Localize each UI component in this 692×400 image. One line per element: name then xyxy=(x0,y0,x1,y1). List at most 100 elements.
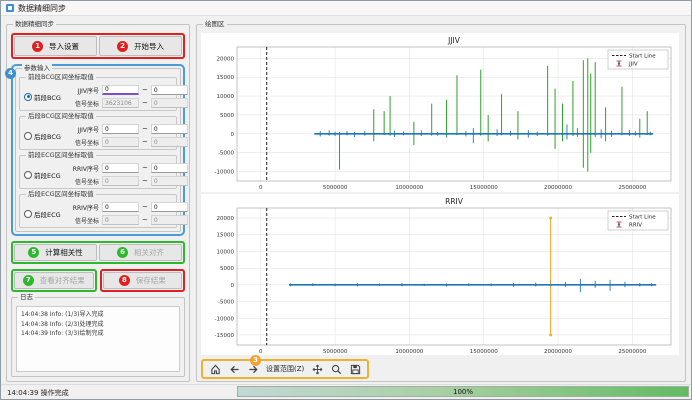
progress-label: 100% xyxy=(453,388,473,396)
svg-text:5000: 5000 xyxy=(220,266,234,272)
plot-panel: 绘图区 -10000-50000500010000150002000005000… xyxy=(196,24,686,382)
front-ecg-radio[interactable]: 前段ECG xyxy=(22,170,66,180)
svg-text:10000000: 10000000 xyxy=(395,349,423,355)
import-settings-button[interactable]: 1 导入设置 xyxy=(14,36,97,56)
svg-text:20000000: 20000000 xyxy=(544,185,572,191)
view-result-frame: 7 查看对齐结果 xyxy=(11,269,97,292)
correlation-align-label: 相关对齐 xyxy=(134,247,164,258)
pan-icon[interactable] xyxy=(311,363,323,375)
sync-panel: 数据精细同步 1 导入设置 2 开始导入 4 参数输入 前段BCG区间坐标取值 xyxy=(6,24,190,382)
rear-bcg-signal-to-input[interactable] xyxy=(151,137,188,147)
svg-text:5000: 5000 xyxy=(220,113,234,119)
svg-text:25000000: 25000000 xyxy=(618,349,646,355)
rear-ecg-signal-from-input[interactable] xyxy=(102,215,139,225)
log-output[interactable]: 14:04:38 Info: (1/3)导入完成 14:04:38 Info: … xyxy=(16,306,180,372)
save-figure-icon[interactable] xyxy=(349,363,361,375)
main-content: 数据精细同步 1 导入设置 2 开始导入 4 参数输入 前段BCG区间坐标取值 xyxy=(1,16,691,382)
rear-ecg-signal-to-input[interactable] xyxy=(151,215,188,225)
front-ecg-signal-to-input[interactable] xyxy=(151,176,188,186)
svg-text:Start Line: Start Line xyxy=(629,214,656,220)
tilde: ~ xyxy=(142,177,148,185)
tilde: ~ xyxy=(142,86,148,94)
rear-ecg-rriv-to-input[interactable] xyxy=(151,202,188,212)
svg-text:0: 0 xyxy=(259,185,263,191)
svg-text:RRIV: RRIV xyxy=(445,197,464,206)
view-align-result-button[interactable]: 7 查看对齐结果 xyxy=(14,272,94,289)
window-title: 数据精细同步 xyxy=(18,3,66,14)
front-ecg-signal-from-input[interactable] xyxy=(102,176,139,186)
svg-text:15000000: 15000000 xyxy=(470,185,498,191)
section-front-bcg-title: 前段BCG区间坐标取值 xyxy=(26,73,96,82)
result-buttons-row: 7 查看对齐结果 8 保存结果 xyxy=(11,269,185,292)
section-rear-ecg: 后段ECG区间坐标取值 后段ECG RRIV序号 ~ xyxy=(19,194,177,228)
rear-ecg-rriv-from-input[interactable] xyxy=(102,202,139,212)
correlation-frame: 5 计算相关性 6 相关对齐 xyxy=(11,241,185,264)
rear-bcg-jjiv-from-input[interactable] xyxy=(102,124,139,134)
tilde: ~ xyxy=(142,203,148,211)
front-bcg-radio[interactable]: 前段BCG xyxy=(22,92,66,102)
svg-text:25000000: 25000000 xyxy=(618,185,646,191)
import-frame: 1 导入设置 2 开始导入 xyxy=(11,33,185,59)
svg-text:JJIV: JJIV xyxy=(447,36,461,45)
section-rear-bcg-title: 后段BCG区间坐标取值 xyxy=(26,112,96,121)
tilde: ~ xyxy=(142,99,148,107)
front-bcg-jjiv-to-input[interactable] xyxy=(151,85,188,95)
rear-ecg-radio[interactable]: 后段ECG xyxy=(22,209,66,219)
calc-correlation-label: 计算相关性 xyxy=(45,247,83,258)
signal-coord-label: 信号坐标 xyxy=(69,99,99,108)
set-range-button[interactable]: 设置范围(Z) xyxy=(266,364,304,374)
svg-text:RRIV: RRIV xyxy=(629,222,642,228)
step-badge-4: 4 xyxy=(5,68,16,79)
front-bcg-signal-from-input[interactable] xyxy=(102,98,139,108)
rriv-chart[interactable]: -15000-10000-500005000100001500020000050… xyxy=(201,194,679,355)
svg-text:0: 0 xyxy=(259,349,263,355)
correlation-align-button[interactable]: 6 相关对齐 xyxy=(99,244,182,261)
save-result-button[interactable]: 8 保存结果 xyxy=(103,272,183,289)
svg-text:5000000: 5000000 xyxy=(323,185,348,191)
front-ecg-rriv-to-input[interactable] xyxy=(151,163,188,173)
status-bar: 14:04:39 操作完成 100% xyxy=(1,384,691,399)
rear-bcg-signal-from-input[interactable] xyxy=(102,137,139,147)
home-icon[interactable] xyxy=(209,363,221,375)
section-front-ecg: 前段ECG区间坐标取值 前段ECG RRIV序号 ~ xyxy=(19,155,177,189)
front-bcg-jjiv-from-input[interactable] xyxy=(102,85,139,95)
svg-text:15000000: 15000000 xyxy=(470,349,498,355)
front-ecg-rriv-from-input[interactable] xyxy=(102,163,139,173)
tilde: ~ xyxy=(142,138,148,146)
status-text: 14:04:39 操作完成 xyxy=(7,388,69,398)
front-ecg-radio-label: 前段ECG xyxy=(34,170,61,180)
section-rear-ecg-title: 后段ECG区间坐标取值 xyxy=(26,190,96,199)
app-icon xyxy=(6,4,14,12)
svg-text:-5000: -5000 xyxy=(218,299,234,305)
signal-coord-row: 信号坐标 ~ xyxy=(69,215,188,225)
rear-bcg-radio[interactable]: 后段BCG xyxy=(22,131,66,141)
params-group-title: 参数输入 xyxy=(22,64,52,73)
start-import-label: 开始导入 xyxy=(134,41,164,52)
signal-coord-row: 信号坐标 ~ xyxy=(69,176,188,186)
tilde: ~ xyxy=(142,216,148,224)
rriv-index-label: RRIV序号 xyxy=(69,203,99,212)
section-rear-bcg: 后段BCG区间坐标取值 后段BCG JJIV序号 ~ xyxy=(19,116,177,150)
rear-bcg-jjiv-to-input[interactable] xyxy=(151,124,188,134)
step-badge-8: 8 xyxy=(119,275,130,286)
svg-text:15000: 15000 xyxy=(217,232,235,238)
step-badge-6: 6 xyxy=(117,247,128,258)
radio-icon xyxy=(24,132,32,140)
svg-text:10000: 10000 xyxy=(217,249,235,255)
svg-text:-10000: -10000 xyxy=(215,170,235,176)
calc-correlation-button[interactable]: 5 计算相关性 xyxy=(14,244,97,261)
section-front-ecg-title: 前段ECG区间坐标取值 xyxy=(26,151,96,160)
import-settings-label: 导入设置 xyxy=(49,41,79,52)
svg-text:0: 0 xyxy=(231,132,235,138)
plot-toolbar: 3 设置范围(Z) xyxy=(201,359,369,379)
front-bcg-radio-label: 前段BCG xyxy=(34,92,61,102)
svg-text:10000000: 10000000 xyxy=(395,185,423,191)
start-import-button[interactable]: 2 开始导入 xyxy=(99,36,182,56)
back-icon[interactable] xyxy=(228,363,240,375)
jjiv-index-label: JJIV序号 xyxy=(69,86,99,95)
front-bcg-signal-to-input[interactable] xyxy=(151,98,188,108)
jjiv-chart[interactable]: -10000-500005000100001500020000050000001… xyxy=(201,33,679,192)
rear-ecg-radio-label: 后段ECG xyxy=(34,209,61,219)
svg-text:Start Line: Start Line xyxy=(629,54,656,60)
zoom-icon[interactable] xyxy=(330,363,342,375)
